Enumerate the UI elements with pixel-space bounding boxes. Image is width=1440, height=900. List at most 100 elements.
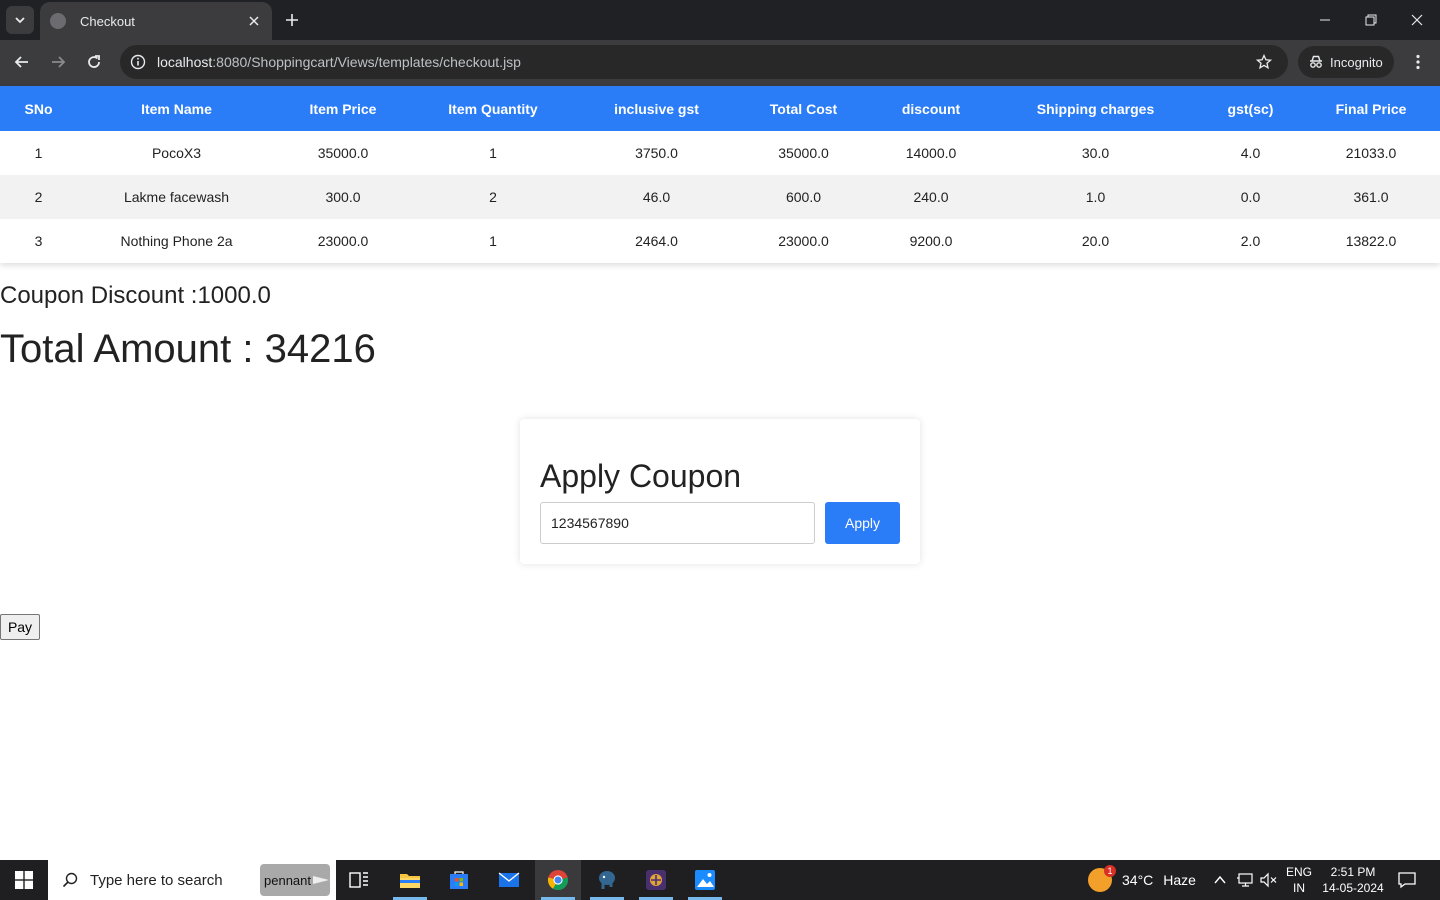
apply-coupon-button[interactable]: Apply [825,502,900,544]
checkout-page: SNo Item Name Item Price Item Quantity i… [0,86,1440,860]
network-button[interactable] [1235,870,1255,890]
cell-gst-sc: 2.0 [1240,233,1261,249]
cart-table: SNo Item Name Item Price Item Quantity i… [0,86,1440,263]
notification-icon [1398,872,1416,889]
cell-shipping-charges: 30.0 [1081,145,1110,161]
weather-widget[interactable]: 1 34°C Haze [1088,860,1196,900]
header-final-price: Final Price [1302,86,1440,131]
language-code: ENG [1286,865,1313,879]
weather-alert-badge: 1 [1104,865,1116,877]
total-amount-text: Total Amount : 34216 [0,327,376,371]
taskbar-mail[interactable] [486,860,532,900]
close-icon [1411,14,1423,26]
info-icon [130,54,146,70]
photos-icon [695,870,715,890]
close-window-button[interactable] [1394,4,1440,36]
volume-button[interactable] [1258,870,1278,890]
header-sno: SNo [0,86,77,131]
cell-total-cost: 600.0 [737,175,870,219]
cell-item-name: PocoX3 [151,145,202,161]
header-inclusive-gst: inclusive gst [576,86,737,131]
bookmark-button[interactable] [1254,52,1274,72]
search-highlight-badge[interactable]: pennant [260,864,330,896]
browser-menu-button[interactable] [1406,48,1430,76]
more-vertical-icon [1416,54,1420,70]
taskbar-store[interactable] [436,860,482,900]
cell-inclusive-gst: 46.0 [576,175,737,219]
cell-total-cost: 23000.0 [778,233,829,249]
url-host: localhost [157,54,213,70]
task-view-button[interactable] [336,860,382,900]
show-hidden-icons-button[interactable] [1210,870,1230,890]
minimize-button[interactable] [1302,4,1348,36]
minimize-icon [1320,19,1330,21]
start-button[interactable] [0,860,48,900]
taskbar-search-box[interactable]: Type here to search pennant [48,860,336,900]
close-tab-button[interactable] [244,11,264,31]
taskbar-game-app[interactable] [633,860,679,900]
cell-final-price: 361.0 [1302,175,1440,219]
cell-gst-sc: 0.0 [1199,175,1302,219]
search-highlight-text: pennant [264,872,311,888]
cell-item-quantity: 1 [489,145,497,161]
cell-item-price: 23000.0 [317,233,369,249]
system-clock[interactable]: 2:51 PM 14-05-2024 [1318,864,1388,896]
coupon-code-input[interactable] [540,502,815,544]
weather-temperature: 34°C [1122,872,1154,888]
cell-item-price: 300.0 [276,175,410,219]
star-icon [1256,54,1272,70]
taskbar-file-explorer[interactable] [387,860,433,900]
cell-gst-sc: 4.0 [1240,145,1261,161]
chrome-icon [547,870,569,891]
cell-sno: 3 [34,233,43,249]
incognito-indicator[interactable]: Incognito [1298,46,1394,78]
incognito-icon [1310,55,1322,68]
back-button[interactable] [7,47,37,77]
incognito-label: Incognito [1330,54,1383,70]
arrow-right-icon [52,56,66,68]
header-item-name: Item Name [77,86,276,131]
plus-icon [286,14,298,26]
restore-button[interactable] [1348,4,1394,36]
apply-coupon-title: Apply Coupon [540,458,742,494]
cell-discount: 240.0 [870,175,992,219]
cell-discount: 14000.0 [905,145,957,161]
volume-muted-icon [1260,872,1277,888]
header-total-cost: Total Cost [737,86,870,131]
url-path: :8080/Shoppingcart/Views/templates/check… [212,54,521,70]
close-icon [249,16,259,26]
browser-tab[interactable]: Checkout [40,2,272,40]
clock-time: 2:51 PM [1330,865,1376,879]
address-bar[interactable]: localhost:8080/Shoppingcart/Views/templa… [120,45,1288,79]
taskbar-chrome[interactable] [535,860,581,900]
input-language-indicator[interactable]: ENG IN [1286,864,1312,896]
cell-item-name: Lakme facewash [77,175,276,219]
reload-button[interactable] [79,47,109,77]
cell-inclusive-gst: 3750.0 [635,145,678,161]
site-info-button[interactable] [126,50,150,74]
windows-taskbar: Type here to search pennant 1 34°C Haze [0,860,1440,900]
weather-description: Haze [1163,872,1196,888]
browser-toolbar: localhost:8080/Shoppingcart/Views/templa… [0,40,1440,86]
table-row: 2 Lakme facewash 300.0 2 46.0 600.0 240.… [0,175,1440,219]
taskbar-photos[interactable] [682,860,728,900]
search-icon [62,872,78,888]
pay-button[interactable]: Pay [0,614,40,640]
cell-sno: 1 [34,145,43,161]
network-icon [1237,873,1253,887]
elephant-icon [599,871,615,889]
new-tab-button[interactable] [280,8,304,32]
reload-icon [88,55,100,68]
arrow-left-icon [14,56,28,68]
cell-item-name: Nothing Phone 2a [120,233,233,249]
clock-date: 14-05-2024 [1322,881,1384,895]
game-icon [646,870,666,890]
cell-shipping-charges: 1.0 [992,175,1199,219]
chevron-up-icon [1214,875,1226,884]
tab-search-button[interactable] [6,6,34,34]
notification-center-button[interactable] [1394,870,1420,890]
url-text: localhost:8080/Shoppingcart/Views/templa… [157,54,521,70]
mail-icon [498,872,520,887]
forward-button[interactable] [43,47,73,77]
taskbar-postgresql[interactable] [584,860,630,900]
